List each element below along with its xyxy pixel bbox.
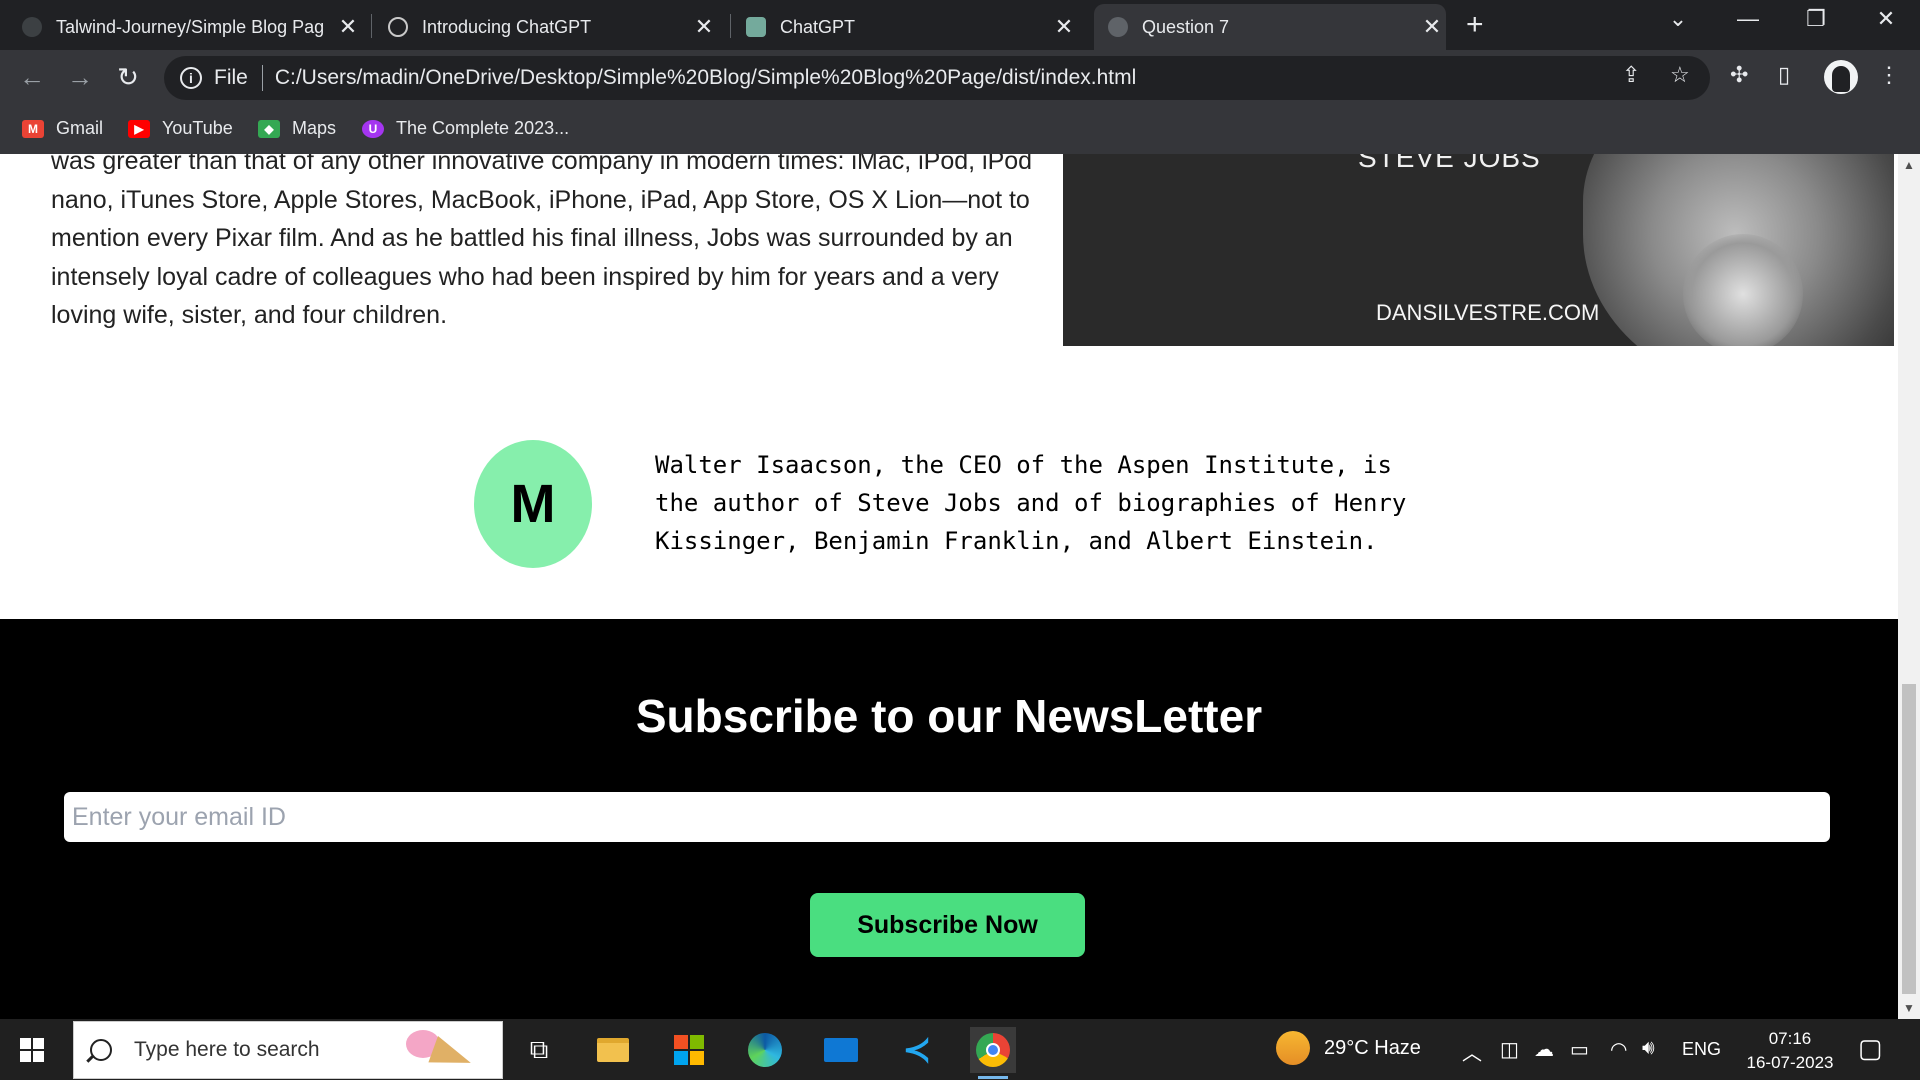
scroll-down-arrow-icon[interactable]: ▼ (1903, 1001, 1915, 1015)
taskbar-search-placeholder: Type here to search (134, 1038, 320, 1061)
github-icon (22, 17, 42, 37)
bookmark-the-complete-2023[interactable]: U The Complete 2023... (362, 118, 569, 139)
page-viewport: was greater than that of any other innov… (0, 154, 1898, 1019)
tab-chatgpt[interactable]: ChatGPT ✕ (746, 4, 1078, 50)
wifi-icon[interactable]: ◠ (1610, 1037, 1627, 1062)
hero-image: STEVE JOBS DANSILVESTRE.COM (1063, 154, 1894, 346)
tab-question-7[interactable]: Question 7 ✕ (1094, 4, 1446, 50)
new-tab-button[interactable]: + (1466, 8, 1484, 42)
battery-icon[interactable]: ▭ (1570, 1037, 1589, 1062)
bookmark-label: Gmail (56, 118, 104, 138)
maps-icon: ◆ (258, 119, 280, 138)
tab-github[interactable]: Talwind-Journey/Simple Blog Pag ✕ (22, 4, 362, 50)
back-button[interactable]: ← (16, 62, 48, 93)
scroll-up-arrow-icon[interactable]: ▲ (1903, 158, 1915, 172)
newsletter-title: Subscribe to our NewsLetter (635, 690, 1263, 742)
ice-cream-icon (402, 1028, 482, 1076)
bookmark-label: Maps (292, 118, 337, 138)
browser-toolbar: ← → ↻ i File C:/Users/madin/OneDrive/Des… (0, 50, 1920, 106)
menu-dots-icon[interactable]: ⋮ (1878, 62, 1900, 88)
portrait-highlight (1683, 234, 1803, 346)
language-indicator[interactable]: ENG (1682, 1039, 1721, 1060)
tab-title: Talwind-Journey/Simple Blog Pag (56, 16, 325, 37)
udemy-icon: U (362, 119, 384, 138)
task-view-icon[interactable]: ⧉ (516, 1027, 562, 1073)
volume-icon[interactable]: 🔊︎ (1642, 1037, 1655, 1060)
clock[interactable]: 07:16 16-07-2023 (1720, 1027, 1860, 1075)
side-panel-icon[interactable]: ▯ (1778, 62, 1790, 88)
openai-icon (388, 17, 408, 37)
hero-caption-bottom: DANSILVESTRE.COM (1376, 300, 1600, 325)
bookmark-label: YouTube (162, 118, 233, 138)
bookmark-maps[interactable]: ◆ Maps (258, 118, 336, 139)
tab-title: Question 7 (1142, 16, 1230, 37)
gmail-icon: M (22, 119, 44, 138)
youtube-icon: ▶ (128, 119, 150, 138)
author-bio: Walter Isaacson, the CEO of the Aspen In… (655, 451, 1407, 555)
close-icon[interactable]: ✕ (334, 14, 362, 40)
bookmark-label: The Complete 2023... (396, 118, 570, 138)
close-window-button[interactable]: ✕ (1866, 6, 1906, 32)
search-icon (90, 1039, 112, 1061)
bookmarks-bar: M Gmail ▶ YouTube ◆ Maps U The Complete … (0, 106, 1920, 154)
forward-button[interactable]: → (64, 62, 96, 93)
scrollbar-thumb[interactable] (1902, 684, 1916, 994)
edge-icon[interactable] (742, 1027, 788, 1073)
taskbar-search-box[interactable]: Type here to search (73, 1021, 503, 1079)
page-scrollbar[interactable]: ▲ ▼ (1898, 154, 1920, 1019)
file-explorer-icon[interactable] (590, 1027, 636, 1073)
clock-date: 16-07-2023 (1746, 1053, 1834, 1072)
browser-tab-bar: Talwind-Journey/Simple Blog Pag ✕ Introd… (0, 0, 1920, 50)
close-icon[interactable]: ✕ (1050, 14, 1078, 40)
hero-caption-top: STEVE JOBS (1358, 154, 1541, 173)
tab-title: ChatGPT (780, 16, 856, 37)
clock-time: 07:16 (1768, 1029, 1812, 1048)
tab-divider (730, 14, 731, 38)
divider (261, 65, 263, 91)
show-hidden-icons-chevron-icon[interactable]: ︿ (1462, 1037, 1482, 1066)
subscribe-button[interactable]: Subscribe Now (810, 893, 1085, 957)
bookmark-youtube[interactable]: ▶ YouTube (128, 118, 233, 139)
bookmark-gmail[interactable]: M Gmail (22, 118, 103, 139)
chrome-icon[interactable] (970, 1027, 1016, 1079)
close-icon[interactable]: ✕ (690, 14, 718, 40)
tab-title: Introducing ChatGPT (422, 16, 592, 37)
minimize-button[interactable]: — (1728, 6, 1768, 32)
tab-search-chevron-icon[interactable]: ⌄ (1658, 6, 1698, 32)
onedrive-icon[interactable]: ☁ (1534, 1037, 1554, 1062)
url-text[interactable]: C:/Users/madin/OneDrive/Desktop/Simple%2… (275, 66, 1136, 90)
reload-button[interactable]: ↻ (112, 62, 144, 93)
microsoft-store-icon[interactable] (666, 1027, 712, 1073)
email-input[interactable] (64, 792, 1830, 842)
windows-taskbar: Type here to search ⧉ ≺ 29°C Haze ︿ ◫ ☁ … (0, 1019, 1920, 1080)
tab-divider (371, 14, 372, 38)
profile-avatar[interactable] (1824, 60, 1858, 94)
meet-now-icon[interactable]: ◫ (1500, 1037, 1519, 1062)
globe-icon (1108, 17, 1128, 37)
article-paragraph: was greater than that of any other innov… (51, 154, 1033, 329)
start-button[interactable] (20, 1038, 44, 1062)
share-icon[interactable]: ⇪ (1622, 62, 1640, 88)
extensions-icon[interactable]: ✣ (1730, 62, 1748, 88)
info-icon[interactable]: i (180, 67, 202, 89)
weather-text[interactable]: 29°C Haze (1324, 1037, 1421, 1060)
weather-icon[interactable] (1276, 1031, 1316, 1065)
mail-icon[interactable] (818, 1027, 864, 1073)
notifications-icon[interactable]: ▢ (1858, 1033, 1883, 1064)
address-bar[interactable]: i File C:/Users/madin/OneDrive/Desktop/S… (164, 56, 1710, 100)
tab-introducing-chatgpt[interactable]: Introducing ChatGPT ✕ (388, 4, 718, 50)
close-icon[interactable]: ✕ (1418, 14, 1446, 40)
scheme-label: File (214, 66, 248, 89)
chatgpt-icon (746, 17, 766, 37)
restore-button[interactable]: ❐ (1796, 6, 1836, 32)
author-avatar: M (474, 440, 592, 568)
vscode-icon[interactable]: ≺ (894, 1027, 940, 1073)
bookmark-star-icon[interactable]: ☆ (1670, 62, 1690, 88)
